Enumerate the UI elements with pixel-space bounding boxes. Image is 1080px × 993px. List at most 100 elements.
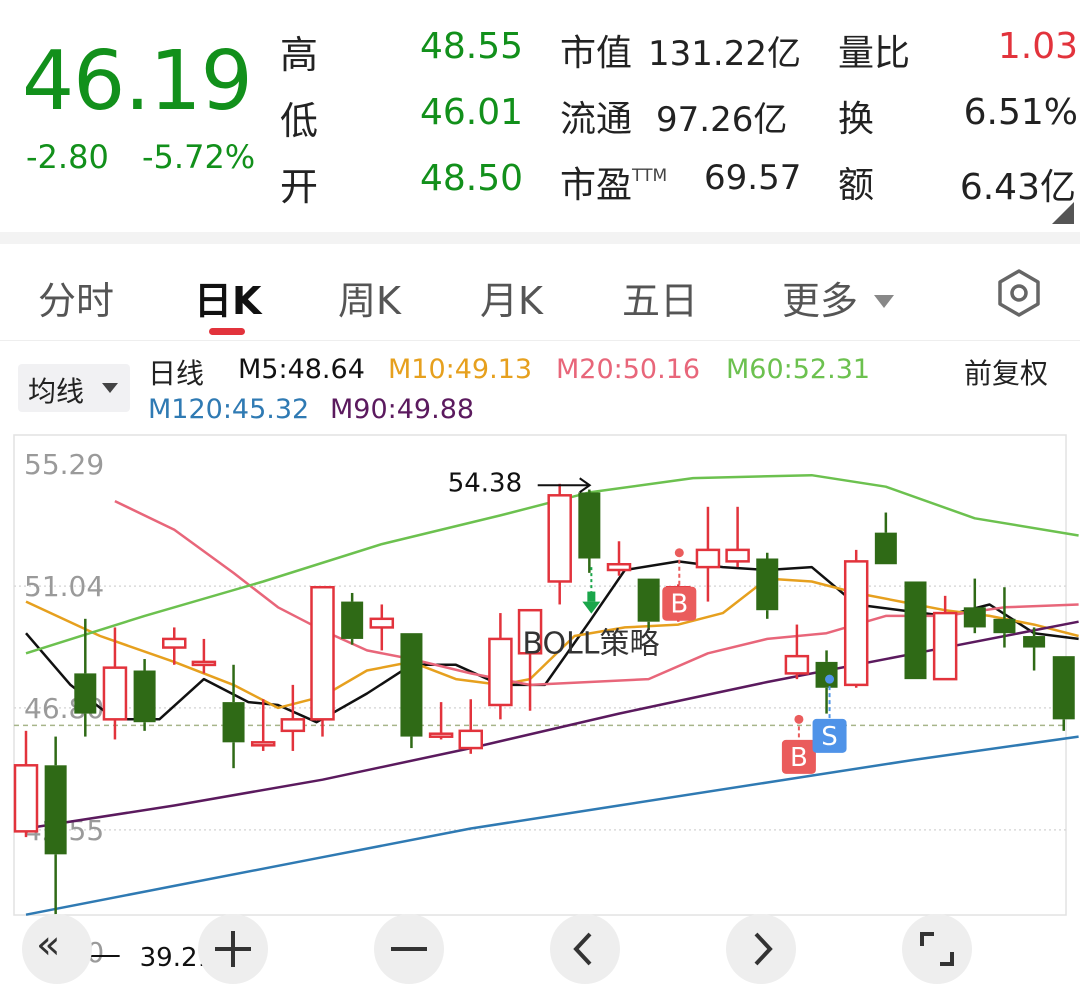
- candlestick-chart[interactable]: 55.2951.0446.8042.5538.30 54.3839.21BOLL…: [0, 434, 1080, 993]
- pe-ttm-sup: TTM: [632, 166, 668, 186]
- zoom-in-button[interactable]: [198, 914, 268, 984]
- candle-up: [606, 541, 632, 576]
- tab-five-day[interactable]: 五日: [622, 270, 698, 325]
- tab-monthly-k[interactable]: 月K: [480, 270, 543, 325]
- candle-body: [102, 666, 128, 721]
- candle-up: [280, 684, 306, 751]
- candle-body: [815, 661, 838, 688]
- candle-up: [458, 699, 483, 754]
- candle-up: [369, 604, 395, 651]
- candle-body: [637, 578, 660, 622]
- candle-body: [369, 617, 395, 629]
- high-value: 48.55: [420, 26, 524, 67]
- candle-up: [695, 506, 721, 602]
- candle-body: [310, 585, 335, 721]
- float-cap-value: 97.26亿: [656, 100, 788, 140]
- candle-body: [904, 581, 927, 680]
- caret-down-icon: [102, 383, 118, 393]
- candle-up: [843, 549, 869, 688]
- candle-up: [488, 613, 513, 720]
- candle-body: [932, 611, 958, 681]
- price-adjust-label[interactable]: 前复权: [964, 352, 1048, 392]
- caret-down-icon: [874, 295, 895, 308]
- ma5-value: M5:48.64: [238, 354, 365, 385]
- tab-daily-k[interactable]: 日K: [194, 270, 261, 325]
- float-cap-label: 流通: [560, 99, 633, 140]
- candle-down: [756, 552, 779, 619]
- expand-corner-icon[interactable]: [1052, 202, 1074, 224]
- candle-body: [191, 660, 217, 667]
- double-chevron-left-icon: «: [36, 922, 61, 968]
- y-tick-label: 51.04: [24, 570, 104, 603]
- signal-badge-label: B: [790, 743, 808, 773]
- ma10-value: M10:49.13: [388, 354, 533, 385]
- candle-body: [725, 548, 750, 563]
- low-label: 低: [280, 99, 319, 143]
- candle-body: [222, 702, 245, 743]
- quote-panel: 46.19 -2.80 -5.72% 高 48.55 市值 131.22亿 量比…: [0, 0, 1080, 232]
- market-cap-label: 市值: [560, 33, 633, 74]
- candle-down: [400, 633, 423, 749]
- settings-hex-icon[interactable]: [994, 268, 1044, 318]
- candle-down: [578, 489, 601, 573]
- candle-body: [1023, 636, 1046, 648]
- pe-label-text: 市盈: [560, 165, 633, 206]
- candle-body: [13, 764, 39, 833]
- candle-body: [695, 548, 721, 569]
- fullscreen-icon: [920, 932, 954, 966]
- signal-dot: [794, 714, 804, 724]
- candle-body: [606, 562, 632, 572]
- candle-body: [784, 654, 810, 675]
- candle-body: [843, 560, 869, 687]
- fullscreen-button[interactable]: [902, 914, 972, 984]
- market-cap-value: 131.22亿: [648, 34, 801, 74]
- ma20-value: M20:50.16: [556, 354, 701, 385]
- signal-badge-label: S: [821, 722, 838, 752]
- open-label: 开: [280, 165, 319, 209]
- pe-value: 69.57: [704, 158, 802, 198]
- candle-body: [458, 729, 483, 750]
- candle-up: [310, 585, 335, 737]
- volume-ratio-label: 量比: [838, 33, 911, 74]
- tab-more[interactable]: 更多: [782, 270, 895, 325]
- section-divider: [0, 232, 1080, 244]
- zoom-out-button[interactable]: [374, 914, 444, 984]
- candle-body: [44, 765, 67, 855]
- tab-intraday[interactable]: 分时: [38, 270, 114, 325]
- plus-icon-vertical: [231, 931, 235, 967]
- candle-body: [963, 607, 986, 628]
- candle-body: [341, 601, 364, 639]
- candle-body: [547, 494, 572, 583]
- ma-dropdown-button[interactable]: 均线: [18, 364, 130, 412]
- chevron-left-icon: [573, 932, 592, 966]
- chart-period-tabs: 分时 日K 周K 月K 五日 更多: [0, 244, 1080, 341]
- candle-down: [637, 578, 660, 631]
- candle-up: [191, 638, 217, 674]
- ma90-value: M90:49.88: [330, 394, 475, 425]
- scroll-left-button[interactable]: «: [22, 914, 92, 984]
- active-tab-indicator: [209, 328, 245, 335]
- boll-arrow-stem: [587, 591, 596, 602]
- ma-dropdown-label: 均线: [28, 375, 85, 408]
- signal-dot: [674, 548, 684, 558]
- candle-body: [1052, 656, 1075, 720]
- tab-weekly-k[interactable]: 周K: [338, 270, 401, 325]
- candle-up: [725, 506, 750, 568]
- price-change-pct: -5.72%: [142, 138, 256, 176]
- tab-more-label: 更多: [782, 279, 859, 323]
- y-tick-label: 55.29: [24, 448, 104, 481]
- ma60-value: M60:52.31: [726, 354, 871, 385]
- ma-line-m120: [25, 735, 1079, 916]
- pe-label: 市盈TTM: [560, 156, 667, 208]
- candle-body: [133, 670, 156, 723]
- candle-up: [428, 702, 454, 740]
- amount-label: 额: [838, 165, 875, 206]
- signal-badge-label: B: [670, 590, 688, 620]
- next-button[interactable]: [726, 914, 796, 984]
- last-price: 46.19: [22, 34, 253, 129]
- previous-button[interactable]: [550, 914, 620, 984]
- candle-body: [993, 618, 1016, 634]
- boll-strategy-label: BOLL策略: [522, 626, 659, 661]
- ma120-value: M120:45.32: [148, 394, 310, 425]
- minus-icon: [391, 947, 427, 951]
